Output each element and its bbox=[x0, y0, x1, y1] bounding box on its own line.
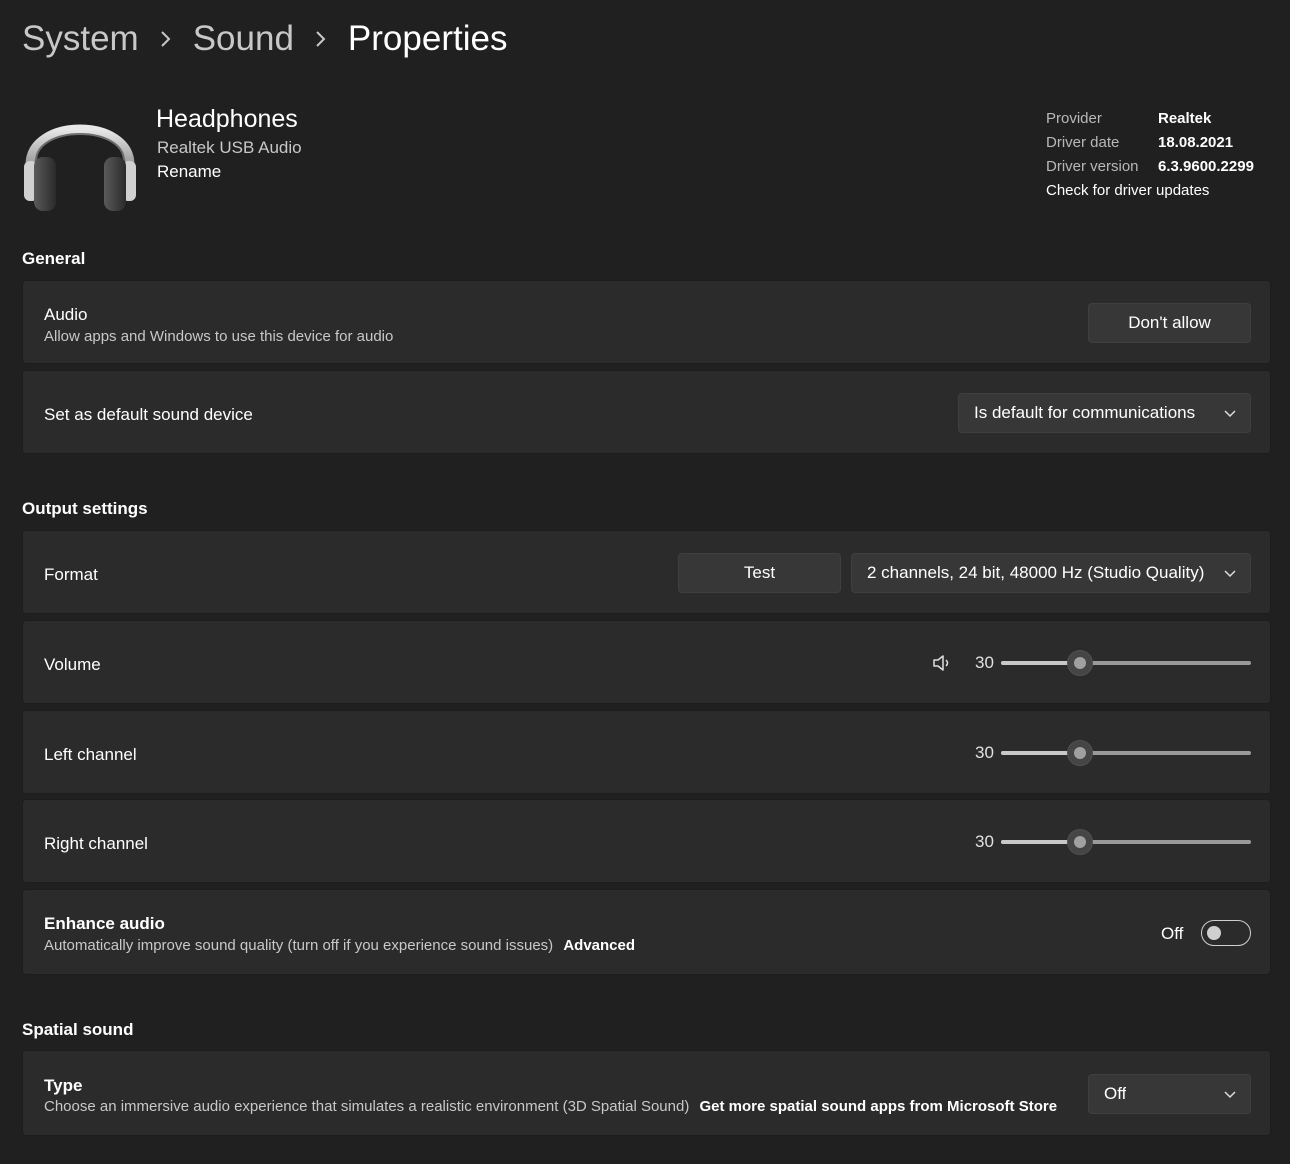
enhance-audio-description-row: Automatically improve sound quality (tur… bbox=[44, 937, 635, 954]
spatial-type-description: Choose an immersive audio experience tha… bbox=[44, 1098, 690, 1115]
slider-thumb[interactable] bbox=[1067, 829, 1093, 855]
driver-date-value: 18.08.2021 bbox=[1158, 134, 1234, 151]
spatial-type-card: Type Choose an immersive audio experienc… bbox=[22, 1050, 1271, 1136]
spatial-type-description-row: Choose an immersive audio experience tha… bbox=[44, 1098, 1057, 1115]
breadcrumb-sound[interactable]: Sound bbox=[193, 19, 294, 59]
general-header: General bbox=[22, 249, 86, 268]
enhance-audio-toggle[interactable] bbox=[1201, 920, 1251, 946]
test-button[interactable]: Test bbox=[678, 553, 841, 593]
default-device-dropdown[interactable]: Is default for communications bbox=[958, 393, 1251, 433]
device-subtitle: Realtek USB Audio bbox=[157, 138, 302, 157]
left-channel-value: 30 bbox=[975, 743, 994, 762]
chevron-down-icon bbox=[1224, 1091, 1236, 1099]
breadcrumb-system[interactable]: System bbox=[22, 19, 139, 59]
slider-thumb[interactable] bbox=[1067, 650, 1093, 676]
breadcrumb: System Sound Properties bbox=[22, 14, 507, 64]
enhance-audio-title: Enhance audio bbox=[44, 914, 165, 933]
microsoft-store-link[interactable]: Get more spatial sound apps from Microso… bbox=[700, 1098, 1058, 1115]
audio-card: Audio Allow apps and Windows to use this… bbox=[22, 280, 1271, 364]
audio-description: Allow apps and Windows to use this devic… bbox=[44, 328, 394, 345]
enhance-audio-card: Enhance audio Automatically improve soun… bbox=[22, 889, 1271, 975]
volume-value: 30 bbox=[975, 653, 994, 672]
rename-link[interactable]: Rename bbox=[157, 162, 221, 182]
chevron-down-icon bbox=[1224, 570, 1236, 578]
speaker-icon[interactable] bbox=[932, 653, 952, 673]
left-channel-card: Left channel 30 bbox=[22, 710, 1271, 794]
enhance-audio-state: Off bbox=[1161, 924, 1184, 943]
device-name: Headphones bbox=[156, 105, 298, 133]
slider-thumb[interactable] bbox=[1067, 740, 1093, 766]
right-channel-value: 30 bbox=[975, 832, 994, 851]
driver-version-label: Driver version bbox=[1046, 158, 1139, 175]
volume-title: Volume bbox=[44, 655, 101, 674]
chevron-down-icon bbox=[1224, 410, 1236, 418]
driver-date-label: Driver date bbox=[1046, 134, 1120, 151]
format-selected: 2 channels, 24 bit, 48000 Hz (Studio Qua… bbox=[867, 563, 1205, 582]
left-channel-title: Left channel bbox=[44, 745, 137, 764]
output-settings-header: Output settings bbox=[22, 499, 148, 518]
chevron-right-icon bbox=[139, 30, 193, 48]
chevron-right-icon bbox=[294, 30, 348, 48]
enhance-audio-description: Automatically improve sound quality (tur… bbox=[44, 937, 554, 954]
spatial-type-dropdown[interactable]: Off bbox=[1088, 1074, 1251, 1114]
spatial-type-title: Type bbox=[44, 1076, 83, 1095]
default-device-title: Set as default sound device bbox=[44, 405, 253, 424]
left-channel-slider[interactable] bbox=[1001, 739, 1251, 767]
right-channel-title: Right channel bbox=[44, 834, 148, 853]
format-dropdown[interactable]: 2 channels, 24 bit, 48000 Hz (Studio Qua… bbox=[851, 553, 1251, 593]
toggle-knob bbox=[1207, 926, 1221, 940]
default-device-selected: Is default for communications bbox=[974, 403, 1196, 422]
volume-slider[interactable] bbox=[1001, 649, 1251, 677]
dont-allow-button[interactable]: Don't allow bbox=[1088, 303, 1251, 343]
advanced-link[interactable]: Advanced bbox=[563, 937, 635, 954]
right-channel-slider[interactable] bbox=[1001, 828, 1251, 856]
audio-title: Audio bbox=[44, 305, 88, 324]
driver-version-value: 6.3.9600.2299 bbox=[1158, 158, 1254, 175]
spatial-sound-header: Spatial sound bbox=[22, 1020, 134, 1039]
format-title: Format bbox=[44, 565, 98, 584]
volume-card: Volume 30 bbox=[22, 620, 1271, 704]
provider-value: Realtek bbox=[1158, 110, 1212, 127]
headphones-icon bbox=[22, 95, 138, 213]
provider-label: Provider bbox=[1046, 110, 1102, 127]
page-title: Properties bbox=[347, 19, 508, 58]
format-card: Format Test 2 channels, 24 bit, 48000 Hz… bbox=[22, 530, 1271, 614]
spatial-type-selected: Off bbox=[1104, 1084, 1127, 1103]
right-channel-card: Right channel 30 bbox=[22, 799, 1271, 883]
check-driver-updates-link[interactable]: Check for driver updates bbox=[1046, 182, 1209, 199]
default-device-card: Set as default sound device Is default f… bbox=[22, 370, 1271, 454]
